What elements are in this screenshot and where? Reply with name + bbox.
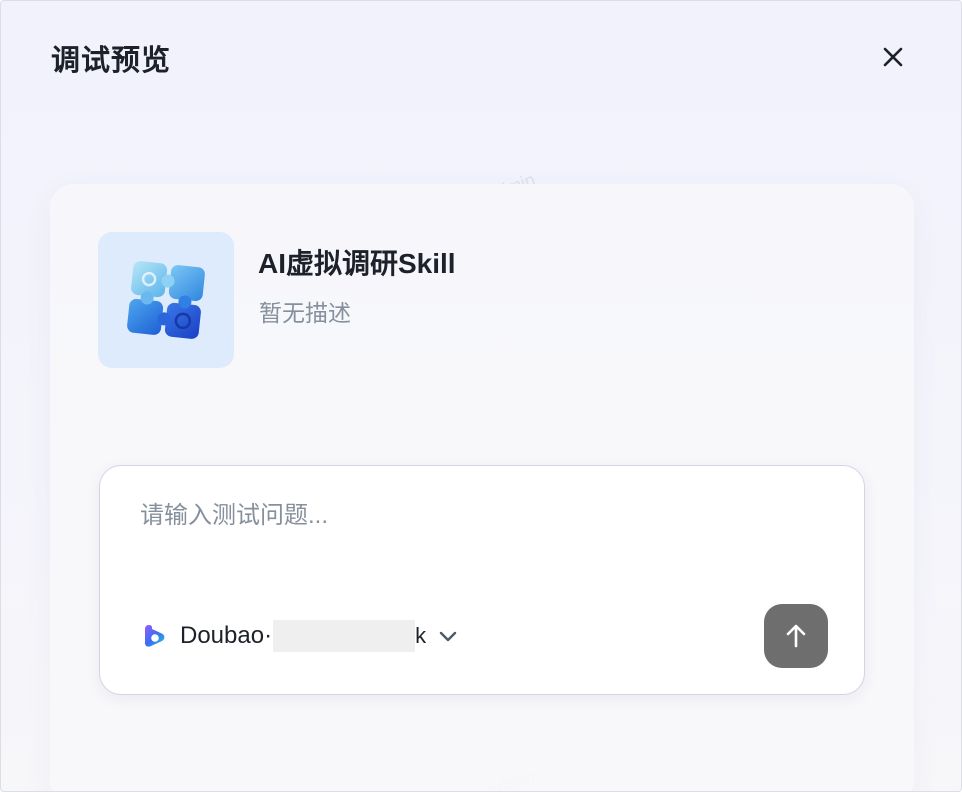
debug-preview-dialog: 调试预览 admin admin admin <box>0 0 962 792</box>
skill-name: AI虚拟调研Skill <box>258 248 456 279</box>
question-composer: Doubao· k <box>99 465 865 695</box>
doubao-logo-icon <box>145 625 165 647</box>
send-button[interactable] <box>764 604 828 668</box>
model-name: Doubao· <box>180 622 273 649</box>
dialog-title: 调试预览 <box>51 45 172 77</box>
redacted-region <box>273 620 416 652</box>
skill-preview-card: AI虚拟调研Skill 暂无描述 Doubao· <box>50 184 914 791</box>
chevron-down-icon <box>439 631 457 642</box>
model-name-suffix: k <box>415 623 427 648</box>
model-selector[interactable]: Doubao· k <box>142 616 460 656</box>
close-icon <box>883 47 903 67</box>
skill-icon-tile <box>98 232 234 368</box>
skill-description: 暂无描述 <box>259 300 351 326</box>
close-button[interactable] <box>875 39 911 75</box>
puzzle-icon <box>127 261 205 339</box>
question-input[interactable] <box>140 496 820 536</box>
arrow-up-icon <box>786 624 806 648</box>
